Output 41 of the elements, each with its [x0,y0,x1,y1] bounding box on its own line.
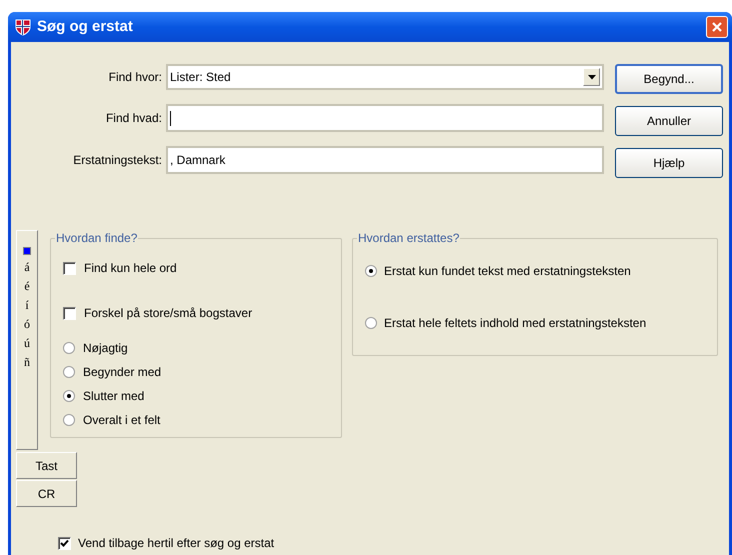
radio-button[interactable] [63,390,75,402]
checkbox[interactable] [63,306,76,320]
dialog-button[interactable]: Begynd... [615,64,723,94]
color-swatch[interactable] [23,247,31,255]
option-label: Begynder med [83,364,162,381]
field-label: Find hvad: [104,110,163,127]
option-label: Erstat hele feltets indhold med erstatningsteksten [384,315,646,332]
radio-button[interactable] [365,265,377,277]
character-key[interactable]: ñ [24,355,30,369]
radio-button[interactable] [365,317,377,329]
text-field[interactable] [166,104,604,132]
radio-button[interactable] [63,342,75,354]
character-key[interactable]: é [24,279,30,293]
dialog-button[interactable]: Hjælp [615,148,723,178]
shield-icon [14,18,32,36]
radio-button[interactable] [63,414,75,426]
field-label: Erstatningstekst: [72,152,163,169]
text-field[interactable]: , Damnark [166,146,604,174]
checked-checkbox[interactable] [58,536,71,550]
window-title: Søg og erstat [37,16,134,37]
option-label: Erstat kun fundet tekst med erstatningsteksten [384,263,631,280]
character-key[interactable]: ó [24,317,30,331]
option-label: Nøjagtig [83,340,128,357]
side-button[interactable]: Tast [16,452,77,479]
side-button[interactable]: CR [16,480,77,507]
option-label: Vend tilbage hertil efter søg og erstat [78,535,274,552]
character-key[interactable]: í [25,298,29,312]
dialog-button[interactable]: Annuller [615,106,723,136]
field-label: Find hvor: [108,69,163,86]
text-cursor [170,110,171,126]
dropdown[interactable]: Lister: Sted [166,64,604,90]
option-label: Forskel på store/små bogstaver [84,305,252,322]
close-icon [711,21,723,33]
option-label: Find kun hele ord [84,260,177,277]
radio-button[interactable] [63,366,75,378]
close-button[interactable] [706,16,728,38]
checkbox[interactable] [63,262,76,274]
option-label: Slutter med [83,388,144,405]
character-key[interactable]: ú [24,336,30,350]
character-key[interactable]: á [24,260,30,274]
option-label: Overalt i et felt [83,412,160,429]
